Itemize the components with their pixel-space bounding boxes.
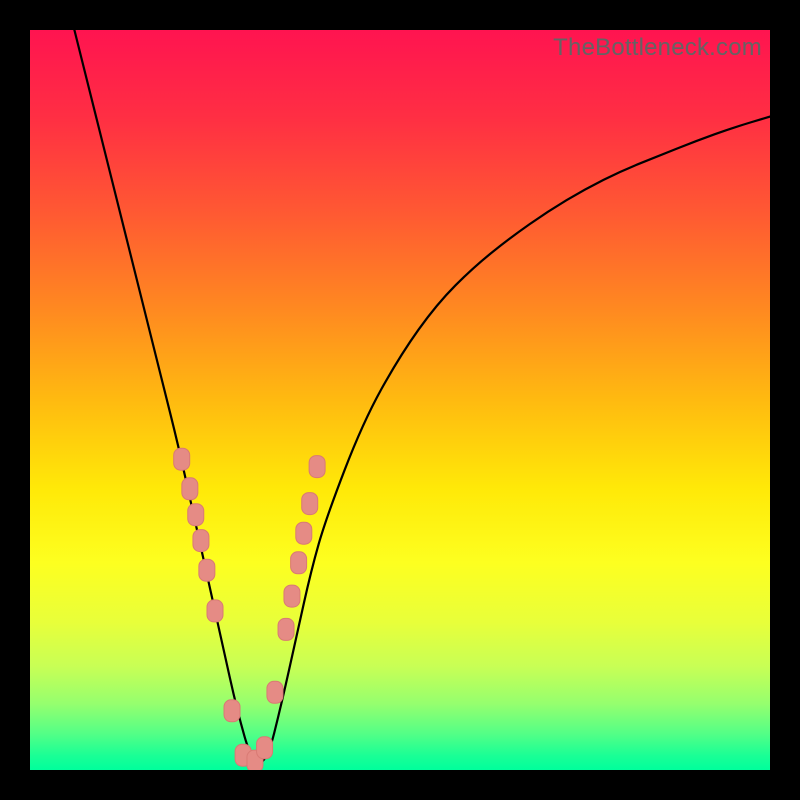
curve-marker xyxy=(278,618,294,640)
chart-svg xyxy=(30,30,770,770)
curve-marker xyxy=(296,522,312,544)
curve-marker xyxy=(267,681,283,703)
curve-marker xyxy=(199,559,215,581)
curve-marker xyxy=(291,552,307,574)
curve-marker xyxy=(257,737,273,759)
watermark-text: TheBottleneck.com xyxy=(553,34,762,62)
curve-marker xyxy=(302,493,318,515)
curve-marker xyxy=(284,585,300,607)
curve-marker xyxy=(224,700,240,722)
outer-frame: TheBottleneck.com xyxy=(0,0,800,800)
curve-marker xyxy=(188,504,204,526)
curve-marker xyxy=(309,456,325,478)
curve-marker xyxy=(182,478,198,500)
bottleneck-curve xyxy=(74,30,770,763)
curve-marker xyxy=(207,600,223,622)
plot-area: TheBottleneck.com xyxy=(30,30,770,770)
curve-marker xyxy=(174,448,190,470)
curve-marker xyxy=(193,530,209,552)
